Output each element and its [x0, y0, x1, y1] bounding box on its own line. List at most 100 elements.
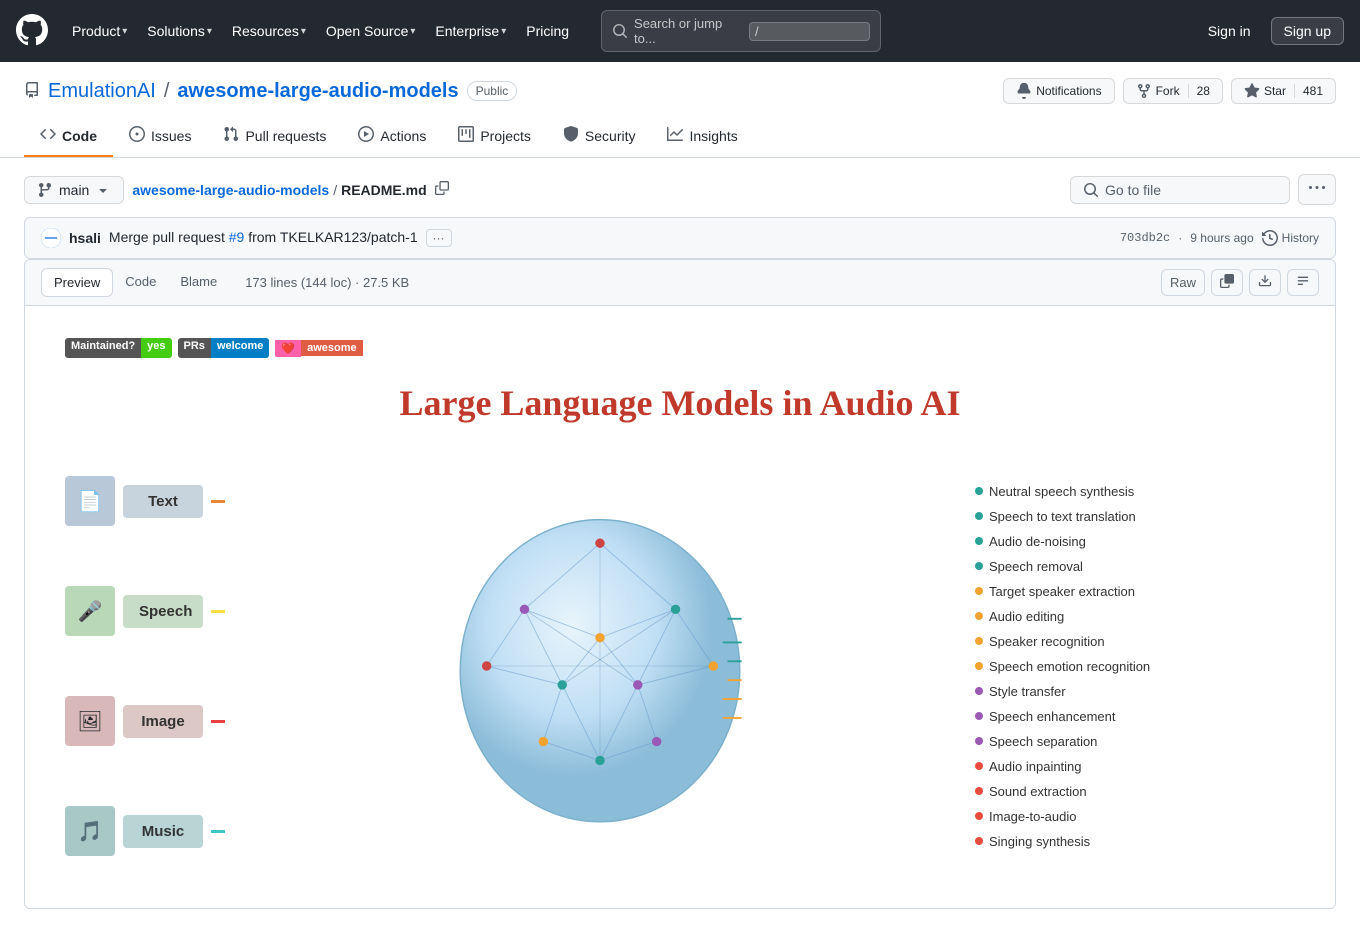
- right-item-3: Audio de-noising: [975, 534, 1295, 549]
- commit-hash: 703db2c: [1120, 231, 1170, 245]
- awesome-badge: ❤️ awesome: [275, 338, 362, 358]
- music-arrow: [211, 830, 225, 833]
- commit-author-avatar: [41, 228, 61, 248]
- search-box[interactable]: Search or jump to... /: [601, 10, 881, 52]
- nav-pricing[interactable]: Pricing: [518, 17, 577, 45]
- tab-issues[interactable]: Issues: [113, 116, 207, 157]
- repo-owner[interactable]: EmulationAI: [48, 80, 156, 103]
- pull-request-icon: [223, 126, 239, 145]
- goto-file-button[interactable]: Go to file: [1070, 176, 1290, 204]
- bullet-2: [975, 512, 983, 520]
- copy-raw-button[interactable]: [1211, 269, 1243, 296]
- diagram-item-text: 📄 Text: [65, 476, 225, 526]
- branch-selector[interactable]: main: [24, 176, 124, 204]
- nav-open-source[interactable]: Open Source ▾: [318, 17, 424, 45]
- right-item-13: Sound extraction: [975, 784, 1295, 799]
- tab-actions[interactable]: Actions: [342, 116, 442, 157]
- repo-nav: Code Issues Pull requests Actions Projec…: [24, 116, 1336, 157]
- bullet-8: [975, 662, 983, 670]
- right-item-5: Target speaker extraction: [975, 584, 1295, 599]
- nav-resources[interactable]: Resources ▾: [224, 17, 314, 45]
- bullet-4: [975, 562, 983, 570]
- right-item-6: Audio editing: [975, 609, 1295, 624]
- copy-path-button[interactable]: [431, 179, 453, 200]
- diagram-globe: [225, 496, 975, 836]
- bullet-13: [975, 787, 983, 795]
- bullet-12: [975, 762, 983, 770]
- image-arrow: [211, 720, 225, 723]
- diagram-left-items: 📄 Text 🎤 Speech 🖼: [65, 456, 225, 876]
- main-nav: Product ▾ Solutions ▾ Resources ▾ Open S…: [64, 17, 577, 45]
- insights-graph-icon: [667, 126, 683, 145]
- fork-button[interactable]: Fork 28: [1123, 78, 1223, 104]
- header-search[interactable]: Search or jump to... /: [601, 10, 881, 52]
- raw-button[interactable]: Raw: [1161, 269, 1205, 296]
- signup-button[interactable]: Sign up: [1271, 17, 1344, 45]
- signin-button[interactable]: Sign in: [1196, 18, 1263, 44]
- security-shield-icon: [563, 126, 579, 145]
- repo-header: EmulationAI / awesome-large-audio-models…: [0, 62, 1360, 158]
- breadcrumb-separator: /: [333, 182, 337, 198]
- download-button[interactable]: [1249, 269, 1281, 296]
- outline-icon: [1296, 274, 1310, 288]
- file-stats: 173 lines (144 loc) · 27.5 KB: [245, 275, 409, 290]
- goto-search-icon: [1083, 182, 1099, 198]
- commit-expand-button[interactable]: ···: [426, 229, 452, 247]
- solutions-chevron-icon: ▾: [207, 26, 212, 37]
- history-link[interactable]: History: [1262, 230, 1319, 246]
- commit-row: hsali Merge pull request #9 from TKELKAR…: [24, 217, 1336, 259]
- star-icon: [1244, 83, 1260, 99]
- diagram-right-items: Neutral speech synthesis Speech to text …: [975, 464, 1295, 869]
- readme-title: Large Language Models in Audio AI: [65, 382, 1295, 424]
- star-button[interactable]: Star 481: [1231, 78, 1336, 104]
- right-item-15: Singing synthesis: [975, 834, 1295, 849]
- bullet-10: [975, 712, 983, 720]
- nav-solutions[interactable]: Solutions ▾: [139, 17, 220, 45]
- tab-pull-requests[interactable]: Pull requests: [207, 116, 342, 157]
- branch-chevron-icon: [95, 182, 111, 198]
- repo-icon: [24, 82, 40, 101]
- commit-message-text: Merge pull request #9 from TKELKAR123/pa…: [109, 229, 1112, 247]
- bullet-3: [975, 537, 983, 545]
- repo-title-row: EmulationAI / awesome-large-audio-models…: [24, 78, 1336, 104]
- github-logo[interactable]: [16, 14, 48, 49]
- bullet-11: [975, 737, 983, 745]
- notifications-button[interactable]: Notifications: [1003, 78, 1114, 104]
- image-icon-box: 🖼: [65, 696, 115, 746]
- enterprise-chevron-icon: ▾: [501, 26, 506, 37]
- diagram-item-speech: 🎤 Speech: [65, 586, 225, 636]
- text-label: Text: [123, 485, 203, 518]
- right-item-10: Speech enhancement: [975, 709, 1295, 724]
- download-icon: [1258, 274, 1272, 288]
- site-header: Product ▾ Solutions ▾ Resources ▾ Open S…: [0, 0, 1360, 62]
- repo-action-buttons: Notifications Fork 28 Star 481: [1003, 78, 1336, 104]
- tab-projects[interactable]: Projects: [442, 116, 547, 157]
- history-icon: [1262, 230, 1278, 246]
- commit-author-name[interactable]: hsali: [69, 230, 101, 246]
- outline-button[interactable]: [1287, 269, 1319, 296]
- tab-blame[interactable]: Blame: [168, 268, 229, 297]
- readme-badges: Maintained? yes PRs welcome ❤️ awesome: [65, 338, 1295, 358]
- tab-code[interactable]: Code: [24, 116, 113, 157]
- bell-icon: [1016, 83, 1032, 99]
- commit-pr-link[interactable]: #9: [229, 229, 245, 245]
- more-options-button[interactable]: [1298, 174, 1336, 205]
- tab-code[interactable]: Code: [113, 268, 168, 297]
- bullet-7: [975, 637, 983, 645]
- search-icon: [612, 23, 628, 39]
- repo-name[interactable]: awesome-large-audio-models: [177, 80, 458, 103]
- file-view: Preview Code Blame 173 lines (144 loc) ·…: [24, 259, 1336, 909]
- tab-insights[interactable]: Insights: [651, 116, 753, 157]
- right-item-11: Speech separation: [975, 734, 1295, 749]
- prs-badge: PRs welcome: [178, 338, 270, 358]
- resources-chevron-icon: ▾: [301, 26, 306, 37]
- breadcrumb-repo[interactable]: awesome-large-audio-models: [132, 182, 329, 198]
- actions-play-icon: [358, 126, 374, 145]
- nav-product[interactable]: Product ▾: [64, 17, 135, 45]
- copy-raw-icon: [1220, 274, 1234, 288]
- nav-enterprise[interactable]: Enterprise ▾: [427, 17, 514, 45]
- tab-security[interactable]: Security: [547, 116, 652, 157]
- git-branch-icon: [37, 182, 53, 198]
- tab-preview[interactable]: Preview: [41, 268, 113, 297]
- copy-icon: [435, 181, 449, 195]
